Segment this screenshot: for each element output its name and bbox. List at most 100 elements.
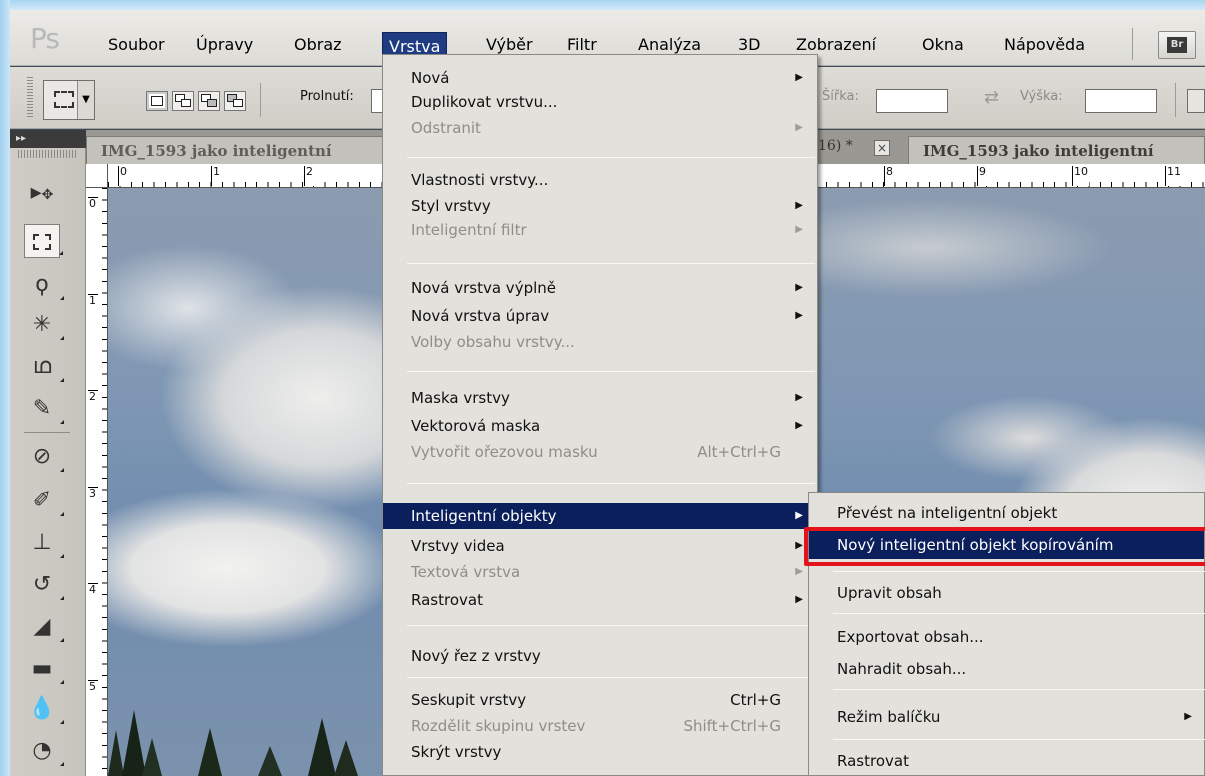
intersect-selection-button[interactable] bbox=[224, 91, 246, 111]
submenu-arrow-icon: ▶ bbox=[795, 540, 803, 551]
submenu-arrow-icon: ▶ bbox=[795, 510, 803, 521]
submenu-item-rezim-balicku[interactable]: Režim balíčku ▶ bbox=[809, 703, 1204, 731]
options-grip[interactable] bbox=[27, 77, 33, 119]
height-input[interactable] bbox=[1085, 89, 1157, 113]
submenu-item-prevest[interactable]: Převést na inteligentní objekt bbox=[809, 499, 1204, 527]
eraser-icon[interactable]: ◢ bbox=[24, 610, 64, 644]
submenu-arrow-icon: ▶ bbox=[795, 200, 803, 211]
bridge-button[interactable]: Br bbox=[1158, 31, 1196, 59]
submenu-arrow-icon: ▶ bbox=[1184, 711, 1192, 722]
ruler-tick-label: 0 bbox=[118, 166, 128, 186]
submenu-arrow-icon: ▶ bbox=[795, 420, 803, 431]
shortcut-label: Ctrl+G bbox=[730, 691, 781, 709]
new-selection-button[interactable] bbox=[146, 91, 168, 111]
menu-item-duplikovat[interactable]: Duplikovat vrstvu... bbox=[383, 89, 817, 115]
menu-item-styl-vrstvy[interactable]: Styl vrstvy ▶ bbox=[383, 193, 817, 219]
ruler-tick-label: 8 bbox=[884, 166, 894, 186]
menu-item-nova-vrstva-uprav[interactable]: Nová vrstva úprav ▶ bbox=[383, 303, 817, 329]
brush-icon[interactable]: ✐ bbox=[24, 484, 64, 518]
subtract-selection-button[interactable] bbox=[198, 91, 220, 111]
tool-separator bbox=[24, 432, 70, 433]
tool-panel: ▸▸ ▸✥ ϙ ✳ ഥ ✎ ⊘ ✐ ⊥ ↺ ◢ ▬ 💧 ◔ bbox=[10, 130, 86, 776]
width-input[interactable] bbox=[876, 89, 948, 113]
tab-document-1[interactable]: IMG_1593 jako inteligentní bbox=[86, 136, 386, 164]
submenu-item-exportovat[interactable]: Exportovat obsah... bbox=[809, 623, 1204, 651]
menu-separator bbox=[407, 263, 815, 264]
menu-item-rastrovat[interactable]: Rastrovat ▶ bbox=[383, 587, 817, 613]
submenu-arrow-icon: ▶ bbox=[795, 282, 803, 293]
submenu-item-upravit-obsah[interactable]: Upravit obsah bbox=[809, 579, 1204, 607]
options-separator bbox=[260, 83, 261, 117]
tab-document-3[interactable]: IMG_1593 jako inteligentní bbox=[908, 136, 1205, 164]
menu-item-nova-vrstva-vyplne[interactable]: Nová vrstva výplně ▶ bbox=[383, 275, 817, 301]
menu-separator bbox=[407, 483, 815, 484]
chevron-down-icon[interactable]: ▼ bbox=[77, 81, 94, 119]
width-label: Šířka: bbox=[822, 89, 859, 104]
menu-item-inteligentni-objekty[interactable]: Inteligentní objekty ▶ bbox=[383, 503, 817, 529]
blur-icon[interactable]: 💧 bbox=[24, 692, 64, 726]
menu-item-novy-rez[interactable]: Nový řez z vrstvy bbox=[383, 643, 817, 669]
ruler-tick-label: 11 bbox=[1165, 166, 1182, 186]
close-icon[interactable]: × bbox=[874, 140, 890, 156]
add-to-selection-button[interactable] bbox=[172, 91, 194, 111]
menu-soubor[interactable]: Soubor bbox=[102, 30, 171, 60]
marquee-icon[interactable] bbox=[24, 224, 63, 258]
move-icon[interactable]: ▸✥ bbox=[24, 176, 60, 210]
ruler-tick-label: 1 bbox=[88, 294, 98, 307]
highlight-annotation-box bbox=[804, 527, 1205, 566]
menu-item-orezova-maska: Vytvořit ořezovou masku Alt+Ctrl+G bbox=[383, 439, 817, 465]
menu-separator bbox=[833, 571, 1205, 572]
history-brush-icon[interactable]: ↺ bbox=[24, 568, 64, 602]
ruler-origin[interactable] bbox=[86, 164, 108, 188]
clone-stamp-icon[interactable]: ⊥ bbox=[24, 526, 64, 560]
shortcut-label: Alt+Ctrl+G bbox=[697, 443, 781, 461]
healing-brush-icon[interactable]: ⊘ bbox=[24, 440, 64, 474]
swap-icon[interactable]: ⇄ bbox=[984, 87, 999, 108]
tree-silhouettes bbox=[108, 710, 358, 776]
menu-item-rozdelit-skupinu: Rozdělit skupinu vrstev Shift+Ctrl+G bbox=[383, 713, 817, 739]
shortcut-label: Shift+Ctrl+G bbox=[683, 717, 781, 735]
feather-label: Prolnutí: bbox=[300, 89, 354, 104]
menu-okna[interactable]: Okna bbox=[916, 30, 970, 60]
menu-item-vrstvy-videa[interactable]: Vrstvy videa ▶ bbox=[383, 533, 817, 559]
menu-item-skryt-vrstvy[interactable]: Skrýt vrstvy bbox=[383, 739, 817, 765]
ruler-tick-label: 10 bbox=[1072, 166, 1089, 186]
bridge-icon: Br bbox=[1167, 37, 1187, 53]
eyedropper-icon[interactable]: ✎ bbox=[24, 392, 64, 426]
menu-item-vektorova-maska[interactable]: Vektorová maska ▶ bbox=[383, 413, 817, 439]
menu-item-maska-vrstvy[interactable]: Maska vrstvy ▶ bbox=[383, 385, 817, 411]
menu-item-odstranit: Odstranit ▶ bbox=[383, 115, 817, 141]
submenu-arrow-icon: ▶ bbox=[795, 566, 803, 577]
ruler-tick-label: 9 bbox=[977, 166, 987, 186]
menu-separator bbox=[407, 625, 815, 626]
ruler-tick-label: 2 bbox=[304, 166, 314, 186]
menu-separator bbox=[407, 677, 815, 678]
submenu-arrow-icon: ▶ bbox=[795, 72, 803, 83]
photoshop-logo: Ps bbox=[30, 22, 60, 55]
menu-item-volby-obsahu: Volby obsahu vrstvy... bbox=[411, 333, 575, 351]
submenu-arrow-icon: ▶ bbox=[795, 392, 803, 403]
submenu-arrow-icon: ▶ bbox=[795, 594, 803, 605]
height-label: Výška: bbox=[1020, 89, 1063, 104]
dodge-icon[interactable]: ◔ bbox=[24, 734, 64, 768]
menu-obraz[interactable]: Obraz bbox=[288, 30, 348, 60]
menu-napoveda[interactable]: Nápověda bbox=[998, 30, 1091, 60]
submenu-item-rastrovat[interactable]: Rastrovat bbox=[809, 747, 1204, 775]
menu-item-seskupit[interactable]: Seskupit vrstvy Ctrl+G bbox=[383, 687, 817, 713]
panel-grip[interactable] bbox=[18, 150, 78, 158]
crop-icon[interactable]: ഥ bbox=[24, 350, 64, 384]
menu-item-vlastnosti[interactable]: Vlastnosti vrstvy... bbox=[383, 167, 817, 193]
lasso-icon[interactable]: ϙ bbox=[24, 268, 64, 302]
gradient-icon[interactable]: ▬ bbox=[24, 652, 64, 686]
magic-wand-icon[interactable]: ✳ bbox=[24, 308, 64, 342]
menu-item-textova-vrstva: Textová vrstva ▶ bbox=[383, 559, 817, 585]
refine-edge-button[interactable] bbox=[1187, 89, 1205, 113]
tab-document-2-fragment[interactable]: 16) * bbox=[818, 138, 853, 154]
panel-collapse-icon[interactable]: ▸▸ bbox=[10, 130, 86, 148]
menu-item-nova[interactable]: Nová ▶ bbox=[383, 65, 817, 91]
ruler-tick-label: 0 bbox=[88, 197, 98, 210]
menu-upravy[interactable]: Úpravy bbox=[190, 30, 259, 60]
options-separator bbox=[1175, 83, 1176, 117]
submenu-item-nahradit[interactable]: Nahradit obsah... bbox=[809, 655, 1204, 683]
tool-preset-picker[interactable]: ▼ bbox=[43, 80, 95, 120]
